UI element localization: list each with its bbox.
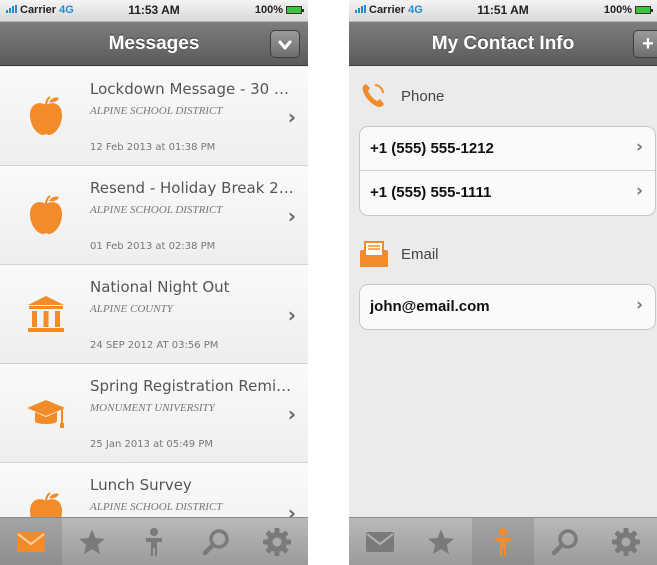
chevron-right-icon: › bbox=[287, 501, 296, 517]
message-title: Lockdown Message - 30 mi... bbox=[90, 80, 298, 98]
battery: 100% bbox=[603, 4, 653, 16]
apple-icon bbox=[30, 195, 62, 234]
phone-icon bbox=[362, 84, 384, 108]
email-address: john@email.com bbox=[370, 298, 490, 315]
star-icon bbox=[428, 529, 455, 555]
message-title: Lunch Survey bbox=[90, 476, 192, 494]
phone-number: +1 (555) 555-1111 bbox=[370, 184, 492, 201]
tab-messages[interactable] bbox=[0, 518, 62, 565]
navigation-bar: My Contact Info + bbox=[349, 22, 657, 66]
page-title: My Contact Info bbox=[431, 33, 575, 54]
tab-search[interactable] bbox=[185, 518, 247, 565]
status-bar: Carrier 4G 11:51 AM 100% bbox=[349, 0, 657, 22]
tab-search[interactable] bbox=[534, 518, 596, 565]
battery-percent: 100% bbox=[603, 4, 632, 16]
envelope-icon bbox=[365, 532, 394, 552]
battery-icon bbox=[635, 6, 653, 14]
message-sender: ALPINE SCHOOL DISTRICT bbox=[90, 204, 223, 216]
message-sender: MONUMENT UNIVERSITY bbox=[90, 402, 215, 414]
graduation-cap-icon bbox=[27, 400, 65, 428]
email-list: john@email.com › bbox=[359, 284, 656, 330]
phone-section-header: Phone bbox=[359, 82, 649, 110]
star-icon bbox=[79, 529, 106, 555]
messages-screen: Carrier 4G 11:53 AM 100% Messages Lockdow… bbox=[0, 0, 308, 565]
chevron-right-icon: › bbox=[635, 295, 643, 315]
contact-info-screen: Carrier 4G 11:51 AM 100% My Contact Info … bbox=[349, 0, 657, 565]
message-title: Resend - Holiday Break 20... bbox=[90, 179, 298, 197]
tab-bar bbox=[0, 517, 308, 565]
battery-percent: 100% bbox=[254, 4, 283, 16]
message-date: 25 Jan 2013 at 05:49 PM bbox=[90, 439, 214, 450]
battery-icon bbox=[286, 6, 304, 14]
gear-icon bbox=[263, 528, 292, 556]
tab-contact[interactable] bbox=[472, 518, 534, 565]
add-contact-button[interactable]: + bbox=[633, 30, 657, 58]
email-row[interactable]: john@email.com › bbox=[360, 285, 655, 329]
phone-number: +1 (555) 555-1212 bbox=[370, 140, 494, 157]
chevron-down-icon bbox=[278, 40, 292, 50]
tab-favorites[interactable] bbox=[411, 518, 473, 565]
message-title: National Night Out bbox=[90, 278, 230, 296]
chevron-right-icon: › bbox=[635, 181, 643, 201]
email-section-header: Email bbox=[359, 240, 649, 268]
tab-messages[interactable] bbox=[349, 518, 411, 565]
phone-row[interactable]: +1 (555) 555-1212 › bbox=[360, 127, 655, 171]
tab-settings[interactable] bbox=[595, 518, 657, 565]
phone-list: +1 (555) 555-1212 › +1 (555) 555-1111 › bbox=[359, 126, 656, 216]
page-title: Messages bbox=[108, 33, 200, 54]
message-date: 12 Feb 2013 at 01:38 PM bbox=[90, 142, 216, 153]
message-item[interactable]: Lockdown Message - 30 mi... ALPINE SCHOO… bbox=[0, 67, 308, 166]
message-title: Spring Registration Reminder bbox=[90, 377, 298, 395]
chevron-right-icon: › bbox=[287, 303, 296, 327]
message-sender: ALPINE SCHOOL DISTRICT bbox=[90, 105, 223, 117]
mail-icon bbox=[360, 241, 388, 267]
email-label: Email bbox=[401, 246, 439, 263]
phone-label: Phone bbox=[401, 88, 445, 105]
message-sender: ALPINE SCHOOL DISTRICT bbox=[90, 501, 223, 513]
message-list: Lockdown Message - 30 mi... ALPINE SCHOO… bbox=[0, 67, 308, 517]
navigation-bar: Messages bbox=[0, 22, 308, 66]
envelope-icon bbox=[16, 532, 45, 552]
tab-contact[interactable] bbox=[123, 518, 185, 565]
chevron-right-icon: › bbox=[287, 105, 296, 129]
status-bar: Carrier 4G 11:53 AM 100% bbox=[0, 0, 308, 22]
tab-bar bbox=[349, 517, 657, 565]
search-icon bbox=[551, 529, 578, 556]
message-date: 01 Feb 2013 at 02:38 PM bbox=[90, 241, 216, 252]
person-icon bbox=[494, 528, 511, 556]
tab-settings[interactable] bbox=[246, 518, 308, 565]
gear-icon bbox=[612, 528, 641, 556]
message-item[interactable]: Lunch Survey ALPINE SCHOOL DISTRICT › bbox=[0, 463, 308, 517]
person-icon bbox=[145, 528, 162, 556]
apple-icon bbox=[30, 96, 62, 135]
phone-row[interactable]: +1 (555) 555-1111 › bbox=[360, 171, 655, 215]
building-icon bbox=[28, 296, 64, 332]
search-icon bbox=[202, 529, 229, 556]
message-item[interactable]: National Night Out ALPINE COUNTY 24 SEP … bbox=[0, 265, 308, 364]
message-item[interactable]: Resend - Holiday Break 20... ALPINE SCHO… bbox=[0, 166, 308, 265]
message-date: 24 SEP 2012 AT 03:56 PM bbox=[90, 340, 219, 351]
chevron-right-icon: › bbox=[287, 402, 296, 426]
chevron-right-icon: › bbox=[287, 204, 296, 228]
tab-favorites[interactable] bbox=[62, 518, 124, 565]
chevron-right-icon: › bbox=[635, 137, 643, 157]
message-item[interactable]: Spring Registration Reminder MONUMENT UN… bbox=[0, 364, 308, 463]
message-sender: ALPINE COUNTY bbox=[90, 303, 173, 315]
filter-dropdown-button[interactable] bbox=[270, 30, 300, 58]
apple-icon bbox=[30, 492, 62, 517]
battery: 100% bbox=[254, 4, 304, 16]
